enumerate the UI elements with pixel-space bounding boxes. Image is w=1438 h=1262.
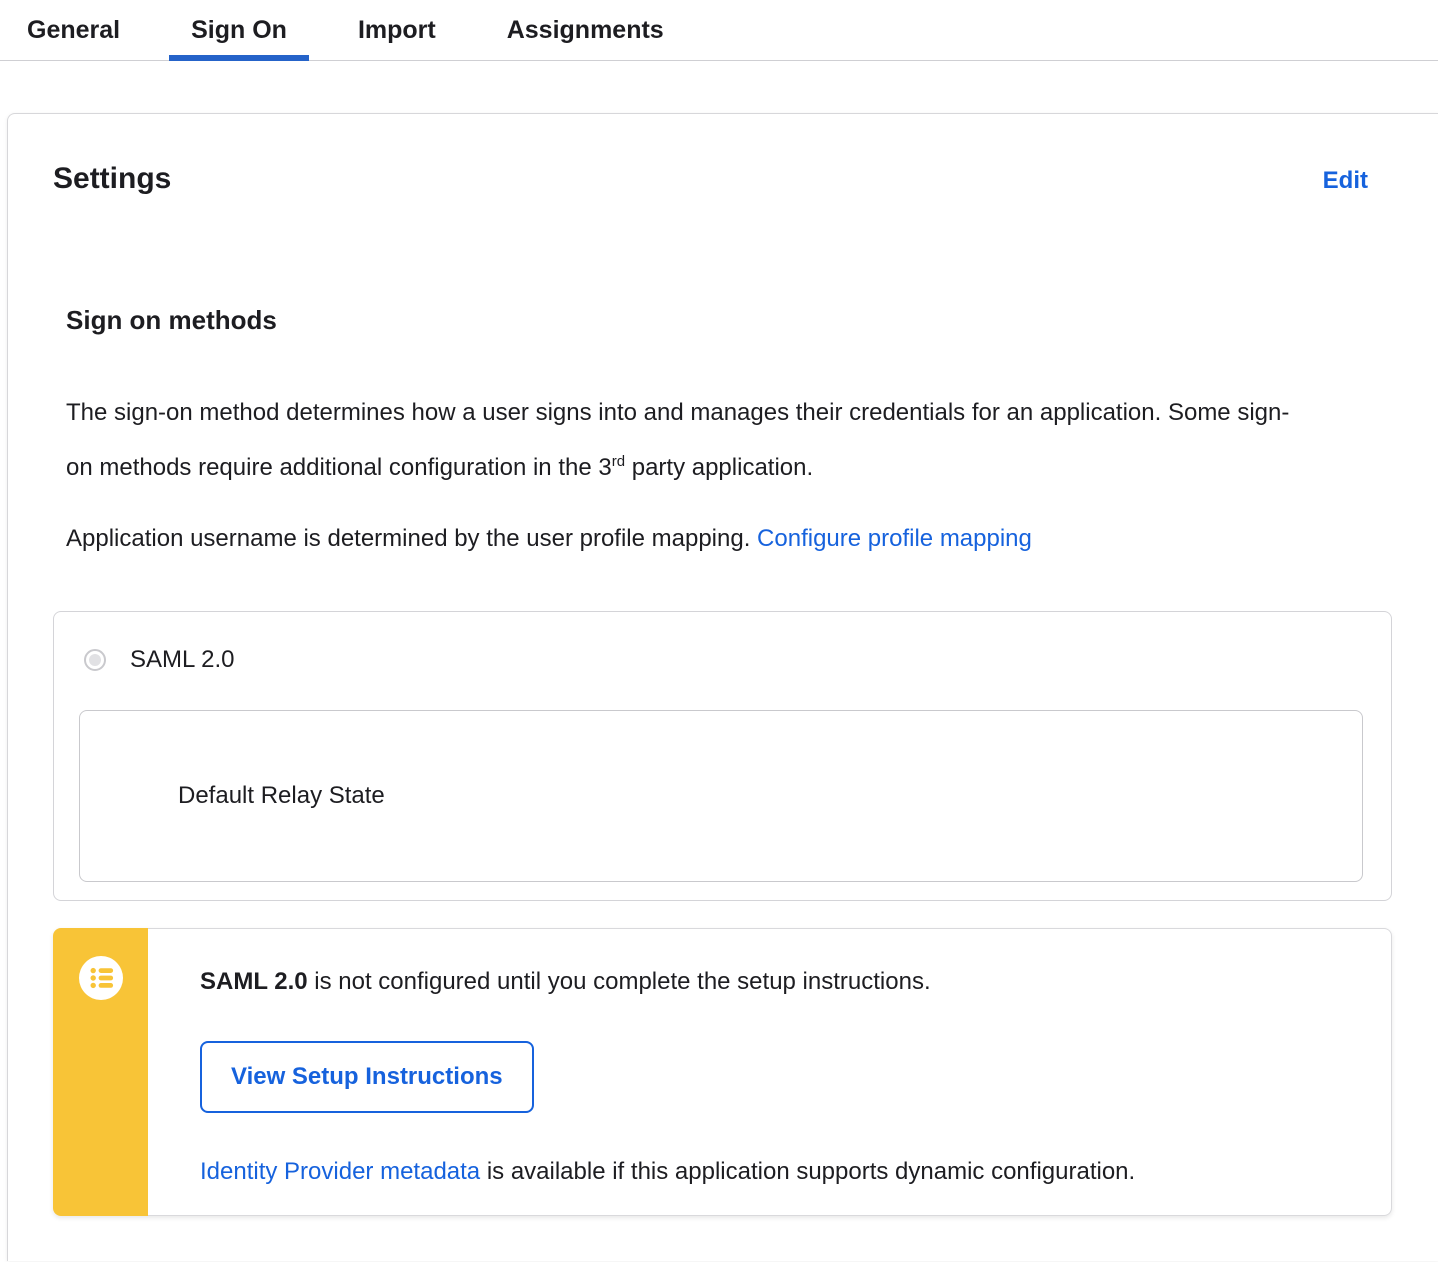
sign-on-methods-heading: Sign on methods — [66, 305, 277, 335]
username-mapping-text: Application username is determined by th… — [66, 525, 758, 552]
notification-message-rest: is not configured until you complete the… — [307, 968, 931, 995]
default-relay-state-label: Default Relay State — [178, 782, 385, 809]
saml-radio-button[interactable] — [84, 648, 106, 671]
tab-import[interactable]: Import — [336, 0, 458, 60]
tab-general[interactable]: General — [5, 0, 142, 60]
view-setup-instructions-button[interactable]: View Setup Instructions — [200, 1041, 534, 1113]
sign-on-methods-section: Sign on methods The sign-on method deter… — [66, 305, 1392, 563]
identity-provider-metadata-link[interactable]: Identity Provider metadata — [200, 1158, 480, 1185]
notification-accent-strip — [53, 928, 148, 1216]
default-relay-state-field[interactable]: Default Relay State — [79, 710, 1363, 882]
description-text-end: party application. — [625, 454, 814, 481]
notification-message-bold: SAML 2.0 — [200, 968, 308, 995]
settings-card: Settings Edit Sign on methods The sign-o… — [7, 113, 1438, 1261]
description-superscript: rd — [611, 453, 626, 470]
settings-card-header: Settings Edit — [53, 161, 1392, 197]
saml-radio-row: SAML 2.0 — [84, 645, 1391, 674]
notification-content: SAML 2.0 is not configured until you com… — [148, 928, 1392, 1216]
edit-settings-link[interactable]: Edit — [1323, 167, 1368, 195]
configure-profile-mapping-link[interactable]: Configure profile mapping — [757, 525, 1032, 552]
app-tab-bar: General Sign On Import Assignments — [0, 0, 1438, 61]
metadata-line: Identity Provider metadata is available … — [200, 1157, 1351, 1187]
settings-title: Settings — [53, 162, 172, 195]
bullet-list-icon — [78, 956, 123, 1000]
tab-sign-on[interactable]: Sign On — [169, 0, 309, 61]
metadata-line-rest: is available if this application support… — [480, 1158, 1136, 1185]
notification-message: SAML 2.0 is not configured until you com… — [200, 967, 1351, 997]
username-mapping-line: Application username is determined by th… — [66, 514, 1392, 563]
sign-on-methods-description: The sign-on method determines how a user… — [66, 388, 1306, 492]
saml-radio-label: SAML 2.0 — [130, 646, 235, 673]
tab-assignments[interactable]: Assignments — [485, 0, 686, 60]
saml-method-box: SAML 2.0 Default Relay State — [53, 611, 1392, 901]
saml-setup-notification: SAML 2.0 is not configured until you com… — [53, 928, 1392, 1216]
